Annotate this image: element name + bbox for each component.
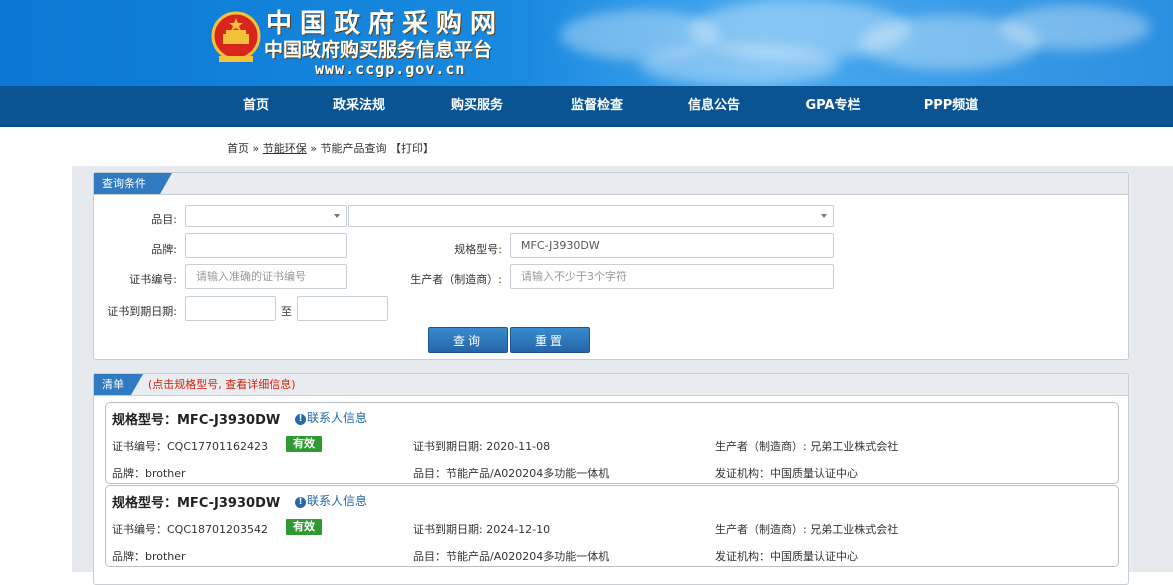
cert-label: 证书编号: (129, 273, 177, 286)
breadcrumb-home[interactable]: 首页 (227, 142, 249, 155)
nav-item-ppp[interactable]: PPP频道 (924, 86, 979, 125)
result-card: 规格型号：MFC-J3930DW ! 联系人信息 证书编号：CQC18701203… (105, 485, 1119, 567)
category-label: 品目: (151, 213, 177, 226)
result-maker: 生产者（制造商）: 兄弟工业株式会社 (715, 523, 899, 536)
content-area: 查询条件 品目: 品牌: 规格型号: 证书编号: 生产者（制造商）: 证书到期日… (72, 166, 1173, 585)
query-panel: 查询条件 品目: 品牌: 规格型号: 证书编号: 生产者（制造商）: 证书到期日… (93, 172, 1129, 360)
maker-input[interactable] (510, 264, 834, 289)
search-button[interactable]: 查询 (428, 327, 508, 353)
info-icon: ! (295, 414, 306, 425)
result-expire-date: 证书到期日期: 2020-11-08 (413, 440, 551, 453)
category-select-primary[interactable] (185, 205, 347, 227)
site-banner: 中国政府采购网 中国政府购买服务信息平台 www.ccgp.gov.cn (0, 0, 1173, 86)
result-cert-number: 证书编号：CQC17701162423 (112, 440, 269, 453)
nav-item-supervision[interactable]: 监督检查 (571, 86, 623, 125)
result-maker: 生产者（制造商）: 兄弟工业株式会社 (715, 440, 899, 453)
maker-label: 生产者（制造商）: (410, 273, 502, 286)
site-subtitle: 中国政府购买服务信息平台 (264, 39, 493, 61)
result-card: 规格型号：MFC-J3930DW ! 联系人信息 证书编号：CQC17701162… (105, 402, 1119, 484)
category-select-secondary[interactable] (348, 205, 834, 227)
chevron-down-icon (334, 214, 340, 218)
to-label: 至 (281, 305, 292, 318)
main-nav: 首页 政采法规 购买服务 监督检查 信息公告 GPA专栏 PPP频道 (0, 86, 1173, 127)
info-icon: ! (295, 497, 306, 508)
nav-item-regulations[interactable]: 政采法规 (333, 86, 385, 125)
results-panel: 清单 (点击规格型号, 查看详细信息) 规格型号：MFC-J3930DW ! 联系… (93, 373, 1129, 585)
breadcrumb-energy-saving[interactable]: 节能环保 (263, 142, 307, 155)
contact-info-link[interactable]: ! 联系人信息 (295, 492, 367, 509)
result-brand: 品牌：brother (112, 467, 186, 480)
reset-button[interactable]: 重置 (510, 327, 590, 353)
cert-number-input[interactable] (185, 264, 347, 289)
site-url: www.ccgp.gov.cn (315, 60, 466, 78)
brand-label: 品牌: (151, 243, 177, 256)
result-issuer: 发证机构：中国质量认证中心 (715, 550, 858, 563)
model-label: 规格型号: (454, 243, 502, 256)
model-input[interactable] (510, 233, 834, 258)
status-badge: 有效 (286, 436, 322, 452)
result-expire-date: 证书到期日期: 2024-12-10 (413, 523, 551, 536)
result-model-link[interactable]: 规格型号：MFC-J3930DW (112, 492, 280, 511)
results-panel-title: 清单 (94, 374, 143, 395)
result-brand: 品牌：brother (112, 550, 186, 563)
result-issuer: 发证机构：中国质量认证中心 (715, 467, 858, 480)
site-title: 中国政府采购网 (266, 9, 505, 39)
results-hint: (点击规格型号, 查看详细信息) (148, 378, 296, 391)
result-cert-number: 证书编号：CQC18701203542 (112, 523, 269, 536)
status-badge: 有效 (286, 519, 322, 535)
expire-label: 证书到期日期: (107, 305, 177, 318)
brand-input[interactable] (185, 233, 347, 258)
result-category: 品目：节能产品/A020204多功能一体机 (413, 467, 610, 480)
result-category: 品目：节能产品/A020204多功能一体机 (413, 550, 610, 563)
nav-item-announcements[interactable]: 信息公告 (688, 86, 740, 125)
breadcrumb-current: 节能产品查询 (320, 142, 387, 155)
nav-item-purchase-services[interactable]: 购买服务 (451, 86, 503, 125)
query-panel-title: 查询条件 (94, 173, 172, 194)
breadcrumb: 首页 » 节能环保 » 节能产品查询 【打印】 (227, 142, 434, 155)
expire-end-input[interactable] (297, 296, 388, 321)
nav-item-gpa[interactable]: GPA专栏 (805, 86, 860, 125)
result-model-link[interactable]: 规格型号：MFC-J3930DW (112, 409, 280, 428)
expire-start-input[interactable] (185, 296, 276, 321)
print-link[interactable]: 【打印】 (390, 142, 434, 155)
contact-info-link[interactable]: ! 联系人信息 (295, 409, 367, 426)
nav-item-home[interactable]: 首页 (243, 86, 269, 125)
chevron-down-icon (821, 214, 827, 218)
national-emblem-icon (211, 11, 261, 62)
